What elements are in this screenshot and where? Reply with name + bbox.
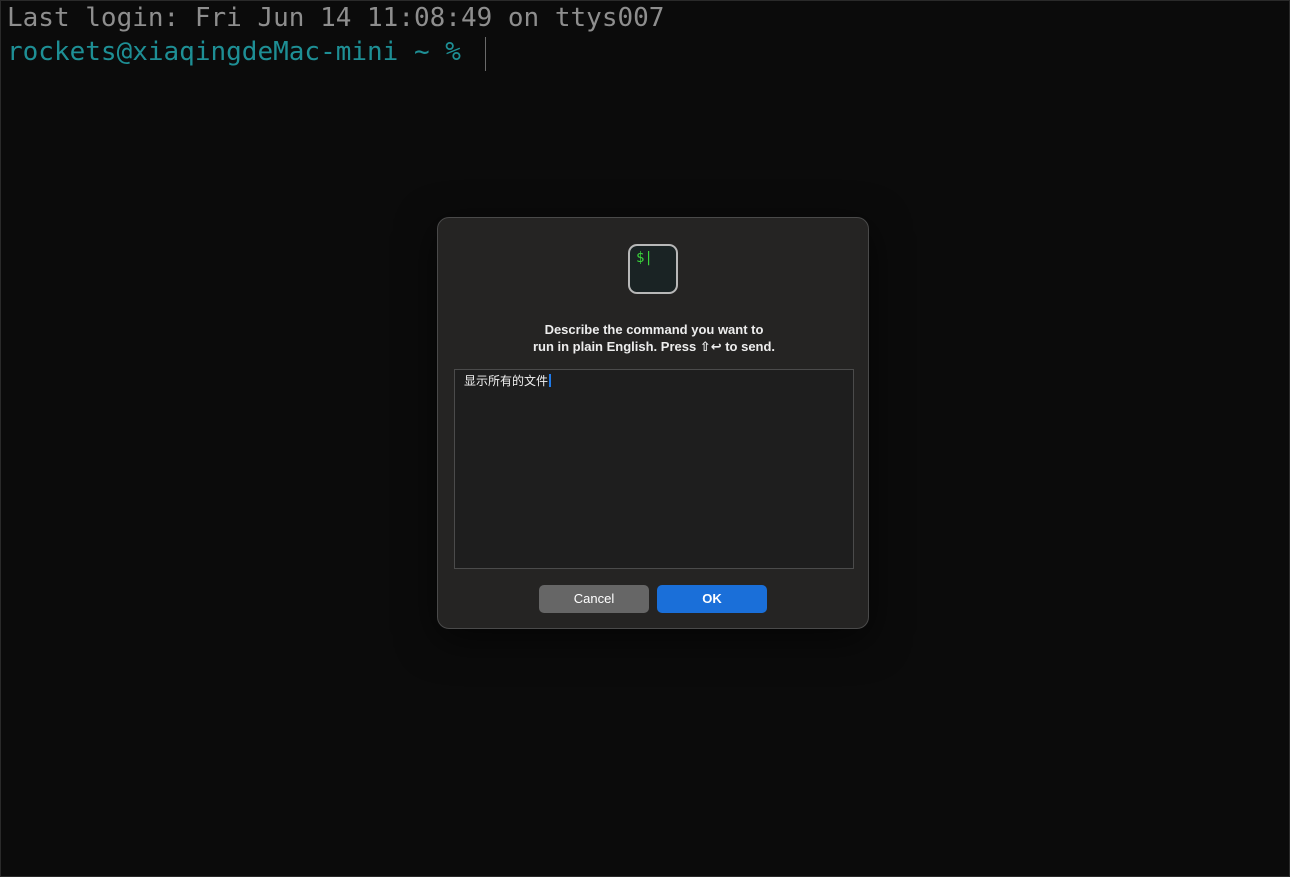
terminal-cursor: [485, 37, 486, 71]
ok-button[interactable]: OK: [657, 585, 767, 613]
command-description-input[interactable]: 显示所有的文件: [454, 369, 854, 569]
terminal-icon: $|: [628, 244, 678, 294]
dialog-message-line1: Describe the command you want to: [544, 322, 764, 337]
terminal-icon-glyph: $|: [636, 250, 653, 266]
dialog-message: Describe the command you want to run in …: [458, 321, 850, 355]
dialog-message-line2: run in plain English. Press ⇧↩ to send.: [532, 339, 776, 354]
last-login-line: Last login: Fri Jun 14 11:08:49 on ttys0…: [7, 3, 665, 33]
shell-prompt: rockets@xiaqingdeMac-mini ~ %: [7, 37, 461, 67]
command-dialog: $| Describe the command you want to run …: [437, 217, 869, 629]
command-description-value: 显示所有的文件: [464, 374, 549, 388]
cancel-button[interactable]: Cancel: [539, 585, 649, 613]
text-caret: [549, 374, 552, 387]
